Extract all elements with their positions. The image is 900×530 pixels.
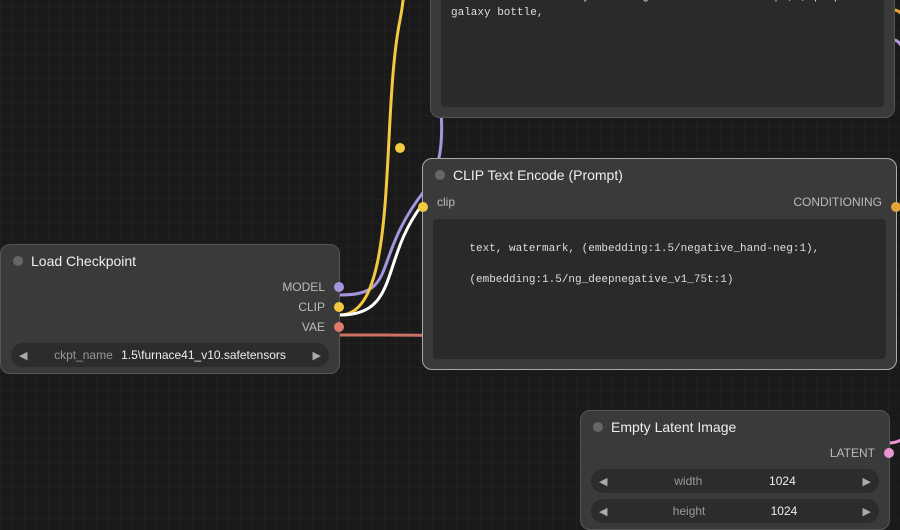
chevron-right-icon[interactable]: ▶ <box>863 505 871 518</box>
node-title: Load Checkpoint <box>1 245 339 277</box>
output-conditioning[interactable]: CONDITIONING <box>793 195 882 209</box>
ckpt-name-selector[interactable]: ◀ ckpt_name 1.5\furnace41_v10.safetensor… <box>11 343 329 367</box>
collapse-dot-icon <box>593 422 603 432</box>
output-clip[interactable]: CLIP <box>1 297 339 317</box>
port-latent-icon[interactable] <box>884 448 894 458</box>
port-conditioning-icon[interactable] <box>891 202 900 212</box>
port-clip-icon[interactable] <box>418 202 428 212</box>
io-row: clip CONDITIONING <box>423 191 896 213</box>
output-latent[interactable]: LATENT <box>581 443 889 463</box>
chevron-left-icon[interactable]: ◀ <box>19 349 27 362</box>
port-vae-icon[interactable] <box>334 322 344 332</box>
collapse-dot-icon <box>13 256 23 266</box>
output-vae[interactable]: VAE <box>1 317 339 337</box>
node-title: CLIP Text Encode (Prompt) <box>423 159 896 191</box>
input-clip[interactable]: clip <box>437 195 455 209</box>
node-title-text: Load Checkpoint <box>31 253 136 269</box>
chevron-left-icon[interactable]: ◀ <box>599 505 607 518</box>
chevron-right-icon[interactable]: ▶ <box>313 349 321 362</box>
node-title-text: Empty Latent Image <box>611 419 736 435</box>
height-stepper[interactable]: ◀ height 1024 ▶ <box>591 499 879 523</box>
output-model[interactable]: MODEL <box>1 277 339 297</box>
node-title-text: CLIP Text Encode (Prompt) <box>453 167 623 183</box>
port-clip-icon[interactable] <box>334 302 344 312</box>
node-clip-text-encode-top[interactable]: beautiful scenery nature glass bottle la… <box>430 0 895 118</box>
node-empty-latent-image[interactable]: Empty Latent Image LATENT ◀ width 1024 ▶… <box>580 410 890 530</box>
node-title: Empty Latent Image <box>581 411 889 443</box>
prompt-textarea[interactable]: beautiful scenery nature glass bottle la… <box>441 0 884 107</box>
node-load-checkpoint[interactable]: Load Checkpoint MODEL CLIP VAE ◀ ckpt_na… <box>0 244 340 374</box>
width-stepper[interactable]: ◀ width 1024 ▶ <box>591 469 879 493</box>
chevron-right-icon[interactable]: ▶ <box>863 475 871 488</box>
chevron-left-icon[interactable]: ◀ <box>599 475 607 488</box>
node-clip-text-encode[interactable]: CLIP Text Encode (Prompt) clip CONDITION… <box>422 158 897 370</box>
collapse-dot-icon <box>435 170 445 180</box>
port-model-icon[interactable] <box>334 282 344 292</box>
prompt-textarea[interactable]: text, watermark, (embedding:1.5/negative… <box>433 219 886 359</box>
